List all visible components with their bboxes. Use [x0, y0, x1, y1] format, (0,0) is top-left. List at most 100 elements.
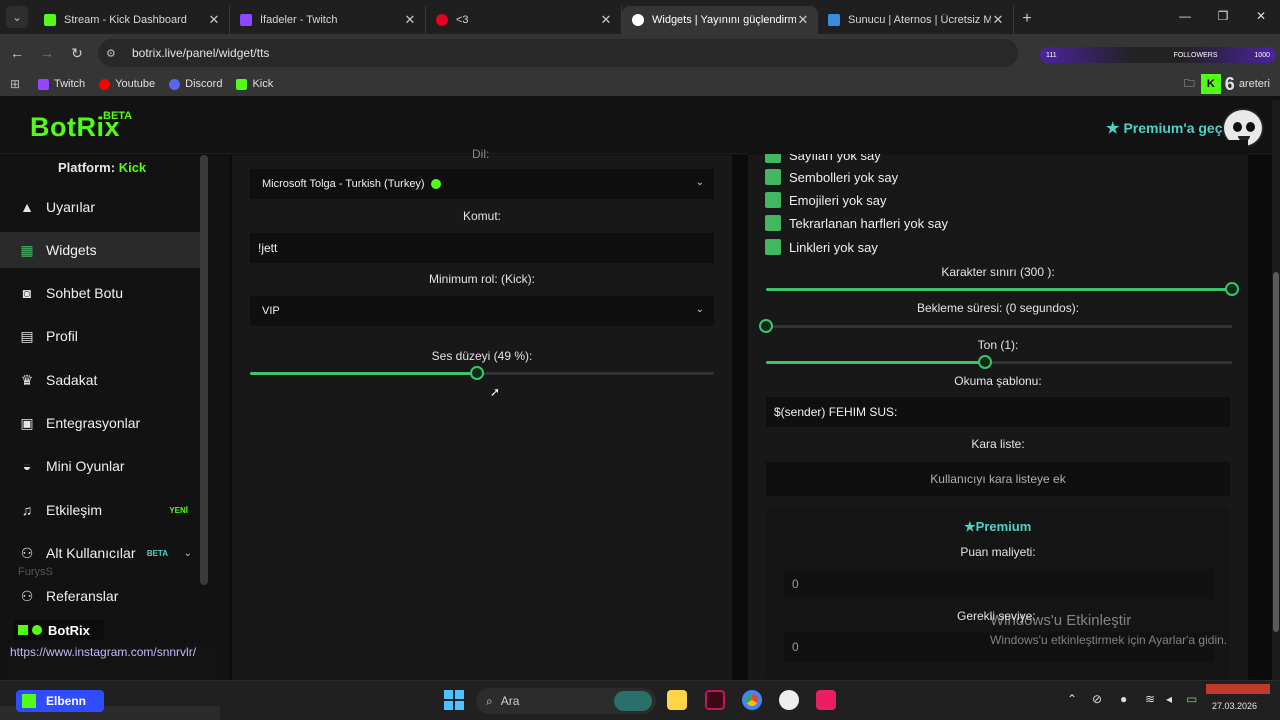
wifi-icon[interactable]: ≋ — [1145, 692, 1155, 706]
taskbar-notice — [1206, 684, 1270, 694]
apps-grid-icon[interactable]: ⊞ — [10, 78, 24, 90]
sidebar-item-sohbet-botu[interactable]: ◙ Sohbet Botu — [0, 275, 200, 311]
back-icon[interactable]: ← — [4, 40, 30, 66]
sidebar-item-mini-oyunlar[interactable]: ◒ Mini Oyunlar — [0, 448, 200, 484]
folder-icon: 🗀 — [1183, 77, 1195, 90]
sidebar-scrollbar[interactable] — [200, 155, 208, 585]
min-role-select[interactable]: VIP ⌄ — [250, 296, 714, 326]
taskbar-stream-app[interactable]: Elbenn — [16, 690, 104, 712]
cooldown-thumb[interactable] — [759, 319, 773, 333]
bookmark-discord[interactable]: Discord — [169, 78, 222, 90]
char-limit-thumb[interactable] — [1225, 282, 1239, 296]
checkbox-checked-icon — [765, 239, 781, 255]
tray-chevron-icon[interactable]: ⌃ — [1067, 692, 1077, 706]
taskbar-search[interactable]: ⌕ Ara — [476, 688, 656, 714]
cost-input[interactable]: 0 — [784, 569, 1214, 599]
min-role-label: Minimum rol: (Kick): — [428, 272, 535, 286]
beta-badge: BETA — [146, 548, 168, 558]
app-pink-icon[interactable] — [816, 690, 836, 710]
new-tab-button[interactable]: + — [1014, 6, 1040, 32]
music-icon: ♫ — [21, 502, 33, 518]
sidebar-item-entegrasyonlar[interactable]: ▣ Entegrasyonlar — [0, 405, 200, 441]
tray-network-off-icon[interactable]: ⊘ — [1092, 692, 1102, 706]
close-tab-icon[interactable]: ✕ — [991, 12, 1005, 28]
char-limit-label: Karakter sınırı (300 ): — [941, 265, 1055, 279]
site-info-icon[interactable]: ⚙ — [106, 47, 122, 60]
kick-logo-icon: K — [1200, 74, 1221, 94]
sidebar-item-sadakat[interactable]: ♛ Sadakat — [0, 362, 200, 398]
voice-select[interactable]: Microsoft Tolga - Turkish (Turkey) ⌄ — [250, 169, 714, 199]
forward-icon[interactable]: → — [34, 40, 60, 66]
volume-slider-fill — [250, 372, 478, 375]
tab-twitch[interactable]: İfadeler - Twitch ✕ — [230, 6, 426, 34]
tab-search-icon[interactable]: ⌄ — [6, 6, 28, 28]
command-input[interactable]: !jett — [250, 233, 714, 263]
reload-icon[interactable]: ↻ — [64, 40, 90, 66]
microphone-icon[interactable]: ● — [1120, 692, 1127, 706]
close-window-icon[interactable]: ✕ — [1242, 0, 1280, 32]
tab-aternos[interactable]: Sunucu | Aternos | Ücretsiz Min ✕ — [818, 6, 1014, 34]
close-tab-icon[interactable]: ✕ — [403, 12, 417, 28]
trophy-icon: ♛ — [20, 371, 34, 388]
volume-icon[interactable]: ◂ — [1166, 692, 1172, 706]
tone-label: Ton (1): — [977, 338, 1019, 352]
page-scrollbar-thumb[interactable] — [1273, 272, 1279, 632]
cooldown-slider[interactable] — [759, 319, 1232, 333]
ignore-repeated-letters-checkbox[interactable]: Tekrarlanan harfleri yok say — [765, 214, 948, 232]
close-tab-icon[interactable]: ✕ — [207, 12, 221, 28]
bookmarks-bar: ⊞ Twitch Youtube Discord Kick 🗀 K 6 aret… — [0, 72, 1280, 96]
steam-icon[interactable] — [779, 690, 799, 710]
volume-slider[interactable] — [250, 366, 714, 380]
sidebar-item-widgets[interactable]: ▦ Widgets — [0, 232, 200, 268]
tab-kick-dashboard[interactable]: Stream - Kick Dashboard ✕ — [34, 6, 230, 34]
page-scrollbar[interactable] — [1272, 100, 1280, 680]
minimize-icon[interactable]: — — [1166, 0, 1204, 32]
tab-bar: ⌄ Stream - Kick Dashboard ✕ İfadeler - T… — [0, 0, 1280, 34]
ignore-emojis-checkbox[interactable]: Emojileri yok say — [765, 191, 887, 209]
screen: { "browser": { "tabs": [ {"title": "Stre… — [0, 0, 1280, 720]
integration-icon: ▣ — [20, 414, 34, 431]
overlay-botrix-badge: BotRix — [14, 620, 104, 640]
beta-badge: BETA — [103, 110, 133, 122]
template-input[interactable]: $(sender) FEHIM SUS: — [766, 397, 1230, 427]
tone-slider[interactable] — [766, 355, 1232, 369]
template-label: Okuma şablonu: — [954, 374, 1042, 388]
ignore-symbols-checkbox[interactable]: Sembolleri yok say — [765, 168, 898, 186]
command-label: Komut: — [462, 209, 501, 223]
chrome-icon[interactable] — [742, 690, 762, 710]
bookmark-youtube[interactable]: Youtube — [99, 78, 155, 90]
file-explorer-icon[interactable] — [667, 690, 687, 710]
maximize-icon[interactable]: ❐ — [1204, 0, 1242, 32]
windows-start-icon[interactable] — [444, 690, 464, 710]
follower-goal-extension[interactable]: 111 FOLLOWERS 1000 — [1040, 47, 1276, 63]
tab-widgets[interactable]: Widgets | Yayınını güçlendirmek ✕ — [622, 6, 818, 34]
app-icon — [22, 694, 36, 708]
close-tab-icon[interactable]: ✕ — [796, 12, 810, 28]
bookmark-kick[interactable]: Kick — [236, 78, 273, 90]
url-field[interactable]: ⚙ botrix.live/panel/widget/tts — [98, 39, 1018, 67]
youtube-icon — [99, 78, 111, 90]
grid-icon: ▦ — [20, 241, 34, 258]
char-limit-slider[interactable] — [766, 282, 1239, 296]
bookmark-twitch[interactable]: Twitch — [38, 78, 85, 90]
window-controls: — ❐ ✕ — [1166, 0, 1280, 32]
sidebar-item-uyarilar[interactable]: ▲ Uyarılar — [0, 189, 200, 225]
battery-icon[interactable]: ▭ — [1186, 692, 1197, 706]
ignore-links-checkbox[interactable]: Linkleri yok say — [765, 238, 878, 256]
tab-pinterest[interactable]: <3 ✕ — [426, 6, 622, 34]
search-icon: ⌕ — [486, 693, 493, 708]
windows-activate-subtitle: Windows'u etkinleştirmek için Ayarlar'a … — [990, 633, 1228, 647]
chevron-down-icon: ⌄ — [183, 547, 192, 559]
premium-upgrade-link[interactable]: ★ Premium'a geç — [1106, 119, 1223, 137]
status-dot-icon — [430, 179, 441, 189]
voice-label: Dil: — [472, 147, 490, 161]
sidebar-item-referanslar[interactable]: ⚇ Referanslar — [0, 578, 200, 614]
close-tab-icon[interactable]: ✕ — [599, 12, 613, 28]
bookmarks-right[interactable]: 🗀 K 6 areteri — [1184, 72, 1270, 96]
sidebar-item-profil[interactable]: ▤ Profil — [0, 318, 200, 354]
sidebar-item-etkilesim[interactable]: ♫ Etkileşim YENİ — [0, 492, 200, 528]
premium-title: ★Premium — [964, 519, 1032, 534]
blacklist-input[interactable]: Kullanıcıyı kara listeye ek — [766, 462, 1230, 496]
tone-thumb[interactable] — [978, 355, 993, 369]
app-red-icon[interactable] — [705, 690, 725, 710]
